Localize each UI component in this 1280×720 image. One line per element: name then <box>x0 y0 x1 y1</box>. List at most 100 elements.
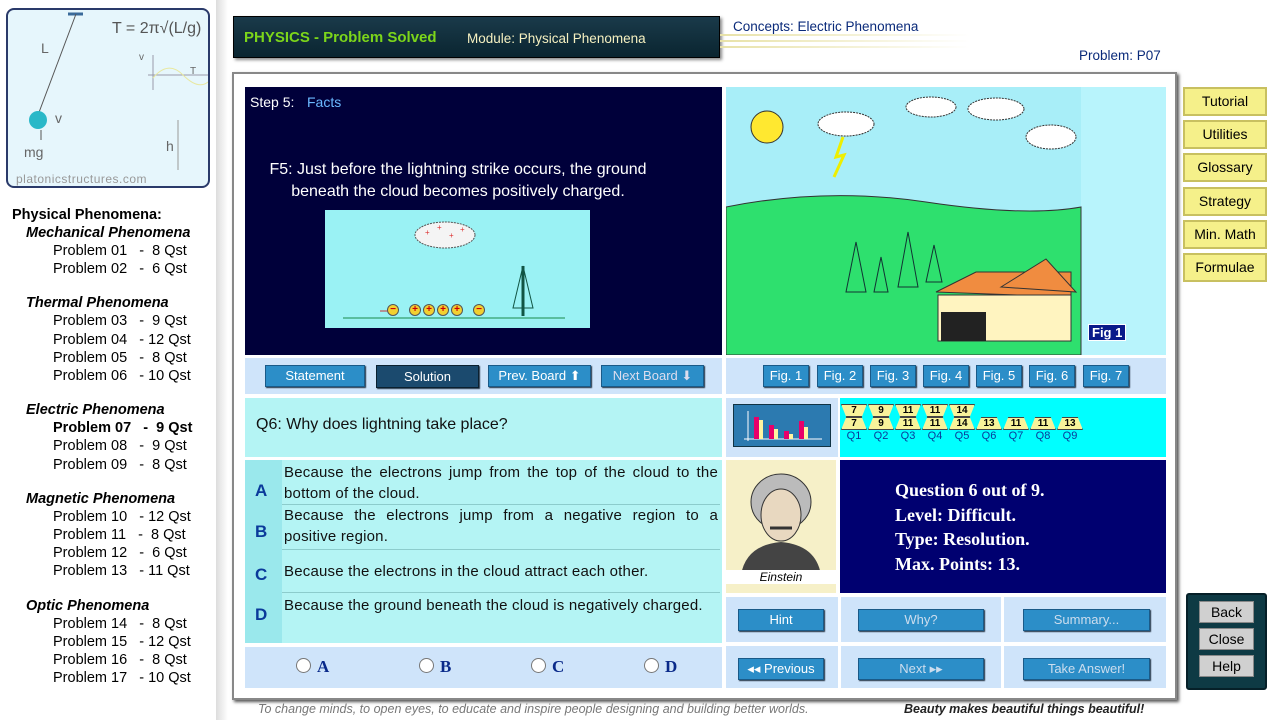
max-score: 13 <box>976 417 1002 430</box>
statistics-button[interactable] <box>733 404 831 447</box>
landscape-figure <box>725 87 1166 356</box>
question-score-badge[interactable]: 13 Q9 <box>1057 404 1083 443</box>
question-label: Q1 <box>846 430 862 442</box>
label-height: h <box>166 138 174 154</box>
header-lines <box>720 34 970 48</box>
label-length: L <box>41 40 49 56</box>
radio-answer-d[interactable]: D <box>644 657 677 677</box>
question-score-badge[interactable]: 7 7 Q1 <box>841 404 867 443</box>
statement-button[interactable]: Statement <box>265 365 365 387</box>
sidebar-item-problem-14[interactable]: Problem 14 - 8 Qst <box>53 615 218 633</box>
sidebar-item-problem-17[interactable]: Problem 17 - 10 Qst <box>53 669 218 687</box>
site-watermark: platonicstructures.com <box>16 172 148 186</box>
charge-positive: + <box>423 304 435 316</box>
fig-1-button[interactable]: Fig. 1 <box>763 365 809 387</box>
figure-label: Fig 1 <box>1088 324 1127 341</box>
answer-d-text[interactable]: Because the ground beneath the cloud is … <box>284 595 718 616</box>
radio-answer-c[interactable]: C <box>531 657 564 677</box>
question-score-badge[interactable]: 11 11 Q4 <box>922 404 948 443</box>
sidebar-item-problem-01[interactable]: Problem 01 - 8 Qst <box>53 242 218 260</box>
group-optic: Optic Phenomena <box>26 597 150 614</box>
figure-panel: Fig 1 <box>725 87 1166 356</box>
answer-b-text[interactable]: Because the electrons jump from a negati… <box>284 505 718 547</box>
glossary-button[interactable]: Glossary <box>1183 153 1267 182</box>
fact-illustration: + + + + − + + + + − <box>325 210 590 328</box>
question-info: Question 6 out of 9. Level: Difficult. T… <box>840 460 1166 593</box>
next-board-button[interactable]: Next Board ⬇ <box>601 365 704 387</box>
question-score-badge[interactable]: 9 9 Q2 <box>868 404 894 443</box>
charge-row: − + + + + − <box>387 304 485 316</box>
sidebar-item-problem-15[interactable]: Problem 15 - 12 Qst <box>53 633 218 651</box>
answer-c-text[interactable]: Because the electrons in the cloud attra… <box>284 561 718 582</box>
group-magnetic: Magnetic Phenomena <box>26 490 176 507</box>
graph-t-label: T <box>190 66 197 77</box>
radio-answer-a[interactable]: A <box>296 657 329 677</box>
fig-2-button[interactable]: Fig. 2 <box>817 365 863 387</box>
module-label: Module: Physical Phenomena <box>467 31 646 46</box>
question-score-badge[interactable]: 14 14 Q5 <box>949 404 975 443</box>
radio-answer-b[interactable]: B <box>419 657 451 677</box>
question-score-badge[interactable]: 11 Q8 <box>1030 404 1056 443</box>
why-button[interactable]: Why? <box>858 609 984 631</box>
back-button[interactable]: Back <box>1199 601 1254 623</box>
sidebar-item-problem-10[interactable]: Problem 10 - 12 Qst <box>53 508 218 526</box>
group-thermal: Thermal Phenomena <box>26 295 169 312</box>
question-score-badge[interactable]: 11 11 Q3 <box>895 404 921 443</box>
radio-d-label: D <box>665 657 678 676</box>
sidebar-item-problem-02[interactable]: Problem 02 - 6 Qst <box>53 260 218 278</box>
sidebar-item-problem-12[interactable]: Problem 12 - 6 Qst <box>53 544 218 562</box>
group-mechanical: Mechanical Phenomena <box>26 225 191 241</box>
charge-positive: + <box>409 304 421 316</box>
sidebar-item-problem-08[interactable]: Problem 08 - 9 Qst <box>53 437 218 455</box>
sidebar-item-problem-13[interactable]: Problem 13 - 11 Qst <box>53 562 218 580</box>
strategy-button[interactable]: Strategy <box>1183 187 1267 216</box>
answer-a-text[interactable]: Because the electrons jump from the top … <box>284 462 718 504</box>
sidebar-item-problem-05[interactable]: Problem 05 - 8 Qst <box>53 349 218 367</box>
previous-button[interactable]: ◂◂ Previous <box>738 658 824 680</box>
sidebar-item-problem-09[interactable]: Problem 09 - 8 Qst <box>53 456 218 474</box>
max-score: 11 <box>1030 417 1056 430</box>
summary-button[interactable]: Summary... <box>1023 609 1150 631</box>
min-math-button[interactable]: Min. Math <box>1183 220 1267 249</box>
fig-3-button[interactable]: Fig. 3 <box>870 365 916 387</box>
question-score-badge[interactable]: 11 Q7 <box>1003 404 1029 443</box>
svg-text:+: + <box>449 231 454 240</box>
question-box: Q6: Why does lightning take place? <box>245 398 722 457</box>
sidebar-item-problem-11[interactable]: Problem 11 - 8 Qst <box>53 526 218 544</box>
attempt-score: 11 <box>922 404 948 417</box>
sidebar-item-problem-03[interactable]: Problem 03 - 9 Qst <box>53 312 218 330</box>
einstein-portrait: Einstein <box>726 460 836 593</box>
info-question-number: Question 6 out of 9. <box>895 480 1045 500</box>
answer-divider <box>282 592 720 593</box>
next-button[interactable]: Next ▸▸ <box>858 658 984 680</box>
sidebar-item-problem-16[interactable]: Problem 16 - 8 Qst <box>53 651 218 669</box>
radio-c-label: C <box>552 657 565 676</box>
take-answer-button[interactable]: Take Answer! <box>1023 658 1150 680</box>
step-name: Facts <box>307 94 342 110</box>
max-score: 7 <box>841 417 867 430</box>
solution-button[interactable]: Solution <box>376 365 479 388</box>
question-score-badge[interactable]: 13 Q6 <box>976 404 1002 443</box>
hint-button[interactable]: Hint <box>738 609 824 631</box>
answer-divider <box>282 549 720 550</box>
formulae-button[interactable]: Formulae <box>1183 253 1267 282</box>
sidebar-item-problem-04[interactable]: Problem 04 - 12 Qst <box>53 331 218 349</box>
utilities-button[interactable]: Utilities <box>1183 120 1267 149</box>
fig-6-button[interactable]: Fig. 6 <box>1029 365 1075 387</box>
footer-slogan: Beauty makes beautiful things beautiful! <box>904 702 1145 716</box>
fig-7-button[interactable]: Fig. 7 <box>1083 365 1129 387</box>
fig-5-button[interactable]: Fig. 5 <box>976 365 1022 387</box>
max-score: 9 <box>868 417 894 430</box>
tutorial-button[interactable]: Tutorial <box>1183 87 1267 116</box>
step-label: Step 5: <box>250 94 295 110</box>
help-button[interactable]: Help <box>1199 655 1254 677</box>
sidebar-item-problem-07[interactable]: Problem 07 - 9 Qst <box>53 419 218 437</box>
statement-board: Step 5: Facts F5: Just before the lightn… <box>245 87 722 355</box>
concepts-label: Concepts: Electric Phenomena <box>733 19 919 34</box>
close-button[interactable]: Close <box>1199 628 1254 650</box>
question-label: Q8 <box>1035 430 1051 442</box>
sidebar-item-problem-06[interactable]: Problem 06 - 10 Qst <box>53 367 218 385</box>
prev-board-button[interactable]: Prev. Board ⬆ <box>488 365 591 387</box>
max-score: 13 <box>1057 417 1083 430</box>
fig-4-button[interactable]: Fig. 4 <box>923 365 969 387</box>
